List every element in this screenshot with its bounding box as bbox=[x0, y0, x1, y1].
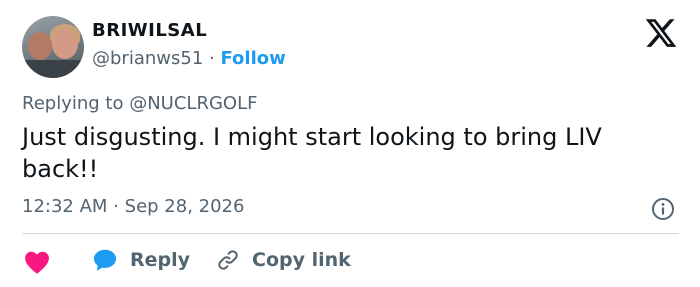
author-display-name[interactable]: BRIWILSAL bbox=[92, 20, 207, 41]
tweet-time: 12:32 AM bbox=[22, 196, 108, 217]
divider bbox=[22, 233, 679, 234]
link-icon bbox=[218, 250, 238, 270]
tweet-timestamp[interactable]: 12:32 AM · Sep 28, 2026 bbox=[22, 196, 244, 217]
tweet-card: BRIWILSAL @brianws51 · Follow Replying t… bbox=[0, 0, 700, 287]
heart-icon[interactable] bbox=[24, 250, 50, 274]
copy-link-button[interactable]: Copy link bbox=[216, 246, 351, 274]
author-handle[interactable]: @brianws51 bbox=[92, 48, 203, 69]
author-handle-row: @brianws51 · Follow bbox=[92, 48, 286, 69]
copy-link-label: Copy link bbox=[252, 249, 351, 271]
handle-separator: · bbox=[209, 48, 215, 69]
reply-context-mention[interactable]: @NUCLRGOLF bbox=[129, 93, 257, 114]
follow-button[interactable]: Follow bbox=[220, 48, 285, 69]
reply-label: Reply bbox=[130, 249, 191, 271]
tweet-text: Just disgusting. I might start looking t… bbox=[22, 123, 602, 183]
action-bar: Reply Copy link bbox=[22, 246, 682, 274]
reply-context: Replying to @NUCLRGOLF bbox=[22, 93, 257, 114]
reply-context-prefix: Replying to bbox=[22, 93, 124, 114]
avatar[interactable] bbox=[22, 16, 84, 78]
speech-bubble-icon bbox=[93, 249, 117, 271]
reply-button[interactable]: Reply bbox=[92, 246, 190, 274]
info-icon[interactable] bbox=[651, 197, 675, 221]
tweet-date: Sep 28, 2026 bbox=[124, 196, 245, 217]
x-logo-icon[interactable] bbox=[644, 16, 678, 50]
timestamp-separator: · bbox=[113, 196, 119, 217]
